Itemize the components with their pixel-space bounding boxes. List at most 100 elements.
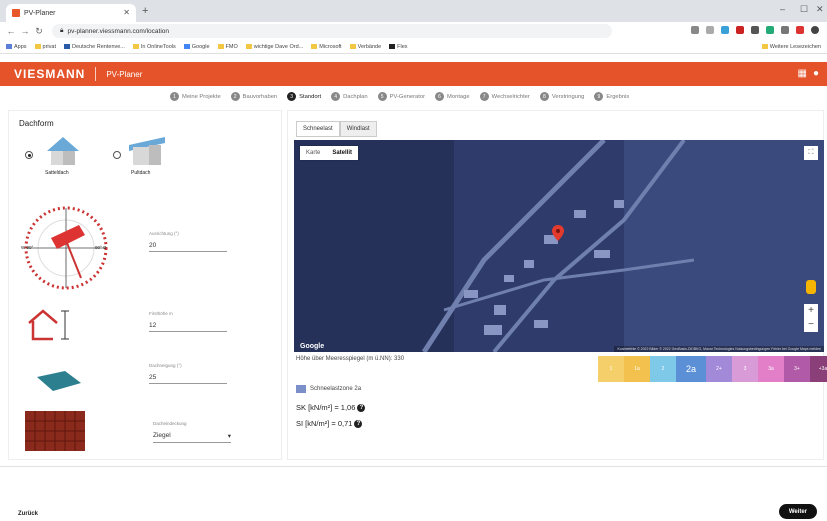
footer: Zurück Weiter bbox=[0, 466, 827, 521]
step-verstringung[interactable]: 8 Verstringung bbox=[539, 92, 584, 101]
map-button-satellit[interactable]: Satellit bbox=[326, 146, 358, 160]
step-dachplan[interactable]: 4 Dachplan bbox=[331, 92, 368, 101]
sk-value: SK [kN/m²] = 1,06 bbox=[296, 403, 356, 412]
step-montage[interactable]: 6 Montage bbox=[435, 92, 470, 101]
roof-label-satteldach: Satteldach bbox=[45, 170, 69, 176]
zone-3-plus: 3+ bbox=[784, 356, 810, 382]
ridge-height-label: Firsthöhe m bbox=[149, 311, 173, 316]
radio-pultdach[interactable] bbox=[113, 151, 121, 159]
extension-icon[interactable] bbox=[736, 26, 744, 34]
roofing-value: Ziegel bbox=[153, 432, 171, 439]
step-ergebnis[interactable]: 9 Ergebnis bbox=[594, 92, 629, 101]
extension-icon[interactable] bbox=[751, 26, 759, 34]
zone-legend: Schneelastzone 2a bbox=[296, 385, 361, 393]
roofing-select[interactable]: Dacheindeckung Ziegel ▾ bbox=[153, 421, 231, 443]
profile-icon[interactable] bbox=[811, 26, 819, 34]
zoom-icon[interactable] bbox=[691, 26, 699, 34]
extension-icon[interactable] bbox=[796, 26, 804, 34]
bookmark[interactable]: In OnlineTools bbox=[132, 44, 176, 50]
step-pv-generator[interactable]: 5 PV-Generator bbox=[377, 92, 425, 101]
roof-tilt-label: Dachneigung (°) bbox=[149, 363, 182, 368]
extension-icon[interactable] bbox=[781, 26, 789, 34]
google-logo: Google bbox=[300, 343, 325, 350]
altitude-text: Höhe über Meeresspiegel (m ü.NN): 330 bbox=[296, 356, 405, 362]
snow-zone-scale: 1 1a 2 2a 2+ 3 3a 3+ +3a bbox=[598, 356, 827, 382]
roof-tilt-field[interactable]: Dachneigung (°) 25 bbox=[149, 363, 227, 384]
load-tabs: Schneelast Windlast bbox=[296, 121, 377, 137]
help-icon[interactable]: ? bbox=[354, 419, 363, 428]
map-imagery bbox=[294, 140, 824, 352]
si-value: SI [kN/m²] = 0,71 bbox=[296, 419, 353, 428]
bookmark[interactable]: Flex bbox=[389, 44, 408, 50]
zoom-control: + − bbox=[804, 304, 818, 332]
compass-east-label: 90° O bbox=[95, 245, 107, 250]
ridge-height-input[interactable]: 12 bbox=[149, 320, 227, 332]
next-button[interactable]: Weiter bbox=[779, 504, 817, 519]
forward-icon[interactable]: → bbox=[18, 26, 32, 36]
maximize-icon[interactable]: ☐ bbox=[800, 4, 808, 15]
divider bbox=[95, 67, 97, 81]
bookmark[interactable]: privat bbox=[34, 44, 56, 50]
bookmark[interactable]: Deutsche Rentenve... bbox=[64, 44, 125, 50]
extension-icon[interactable] bbox=[721, 26, 729, 34]
radio-satteldach[interactable] bbox=[25, 151, 33, 159]
step-standort[interactable]: 3 Standort bbox=[287, 92, 321, 101]
zoom-in-icon[interactable]: + bbox=[804, 304, 818, 318]
legend-text: Schneelastzone 2a bbox=[310, 386, 362, 392]
load-panel: Schneelast Windlast Karte Satellit ⛶ + −… bbox=[287, 110, 827, 460]
roof-label-pultdach: Pultdach bbox=[131, 170, 151, 176]
bookmark[interactable]: Microsoft bbox=[311, 44, 342, 50]
fullscreen-icon[interactable]: ⛶ bbox=[804, 146, 818, 160]
back-link[interactable]: Zurück bbox=[18, 511, 38, 517]
step-meine-projekte[interactable]: 1 Meine Projekte bbox=[170, 92, 221, 101]
tab-title: PV-Planer bbox=[24, 9, 56, 17]
street-view-icon[interactable] bbox=[806, 280, 816, 294]
step-bauvorhaben[interactable]: 2 Bauvorhaben bbox=[230, 92, 277, 101]
help-icon[interactable]: ? bbox=[357, 403, 366, 412]
sk-result: SK [kN/m²] = 1,06 ? bbox=[296, 403, 366, 412]
bookmark[interactable]: Apps bbox=[6, 44, 27, 50]
bookmark[interactable]: Google bbox=[183, 44, 210, 50]
minimize-icon[interactable]: – bbox=[780, 4, 785, 14]
zone-3a: 3a bbox=[758, 356, 784, 382]
bookmark[interactable]: FMO bbox=[217, 44, 238, 50]
tab-schneelast[interactable]: Schneelast bbox=[296, 121, 340, 137]
compass-west-label: W 90° bbox=[21, 245, 34, 250]
other-bookmarks[interactable]: Weitere Lesezeichen bbox=[761, 44, 821, 50]
satellite-map[interactable]: Karte Satellit ⛶ + − Google Kurzbefehle … bbox=[294, 140, 824, 352]
azimuth-field[interactable]: Ausrichtung (°) 20 bbox=[149, 231, 227, 252]
roofing-label: Dacheindeckung bbox=[153, 421, 187, 426]
bookmark[interactable]: Verbände bbox=[349, 44, 381, 50]
url-text: pv-planner.viessmann.com/location bbox=[67, 27, 169, 35]
extension-icon[interactable] bbox=[766, 26, 774, 34]
si-result: SI [kN/m²] = 0,71 ? bbox=[296, 419, 363, 428]
bookmarks-bar: Apps privat Deutsche Rentenve... In Onli… bbox=[0, 40, 827, 54]
back-icon[interactable]: ← bbox=[4, 26, 18, 36]
gable-roof-icon bbox=[47, 137, 79, 165]
grid-menu-icon[interactable]: ▦ bbox=[798, 68, 807, 79]
zone-3: 3 bbox=[732, 356, 758, 382]
new-tab-icon[interactable]: + bbox=[142, 5, 148, 17]
bookmark[interactable]: wichtige Dave Ord... bbox=[245, 44, 303, 50]
browser-tab[interactable]: PV-Planer ✕ bbox=[6, 4, 136, 22]
star-icon[interactable] bbox=[706, 26, 714, 34]
viessmann-favicon-icon bbox=[12, 9, 20, 17]
azimuth-input[interactable]: 20 bbox=[149, 240, 227, 252]
reload-icon[interactable]: ↻ bbox=[32, 26, 46, 37]
roof-tilt-input[interactable]: 25 bbox=[149, 372, 227, 384]
ridge-height-field[interactable]: Firsthöhe m 12 bbox=[149, 311, 227, 332]
close-tab-icon[interactable]: ✕ bbox=[123, 8, 130, 17]
close-window-icon[interactable]: ✕ bbox=[816, 4, 824, 15]
roof-form-panel: Dachform Satteldach Pultdach W 90° 90° O… bbox=[8, 110, 282, 460]
address-bar[interactable]: 🔒︎ pv-planner.viessmann.com/location bbox=[52, 24, 612, 38]
tab-windlast[interactable]: Windlast bbox=[339, 121, 377, 137]
zone-2-plus: 2+ bbox=[706, 356, 732, 382]
roof-tile-icon bbox=[25, 411, 85, 451]
browser-toolbar: ← → ↻ 🔒︎ pv-planner.viessmann.com/locati… bbox=[0, 22, 827, 40]
extension-icons bbox=[691, 26, 819, 34]
map-button-karte[interactable]: Karte bbox=[300, 146, 326, 160]
zoom-out-icon[interactable]: − bbox=[804, 318, 818, 332]
shed-roof-icon bbox=[129, 137, 165, 165]
step-wechselrichter[interactable]: 7 Wechselrichter bbox=[479, 92, 530, 101]
user-icon[interactable]: ● bbox=[813, 68, 819, 79]
